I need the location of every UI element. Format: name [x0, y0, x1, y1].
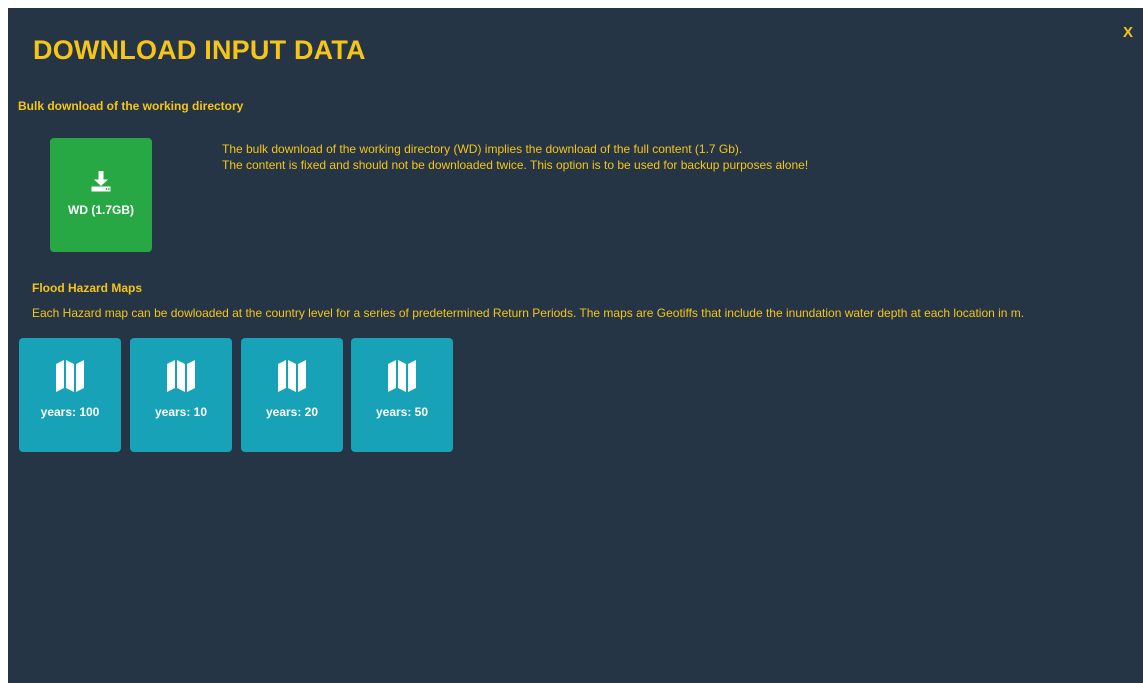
map-tile-label: years: 20	[265, 405, 319, 419]
map-tile-label: years: 50	[375, 405, 429, 419]
map-tile-label: years: 100	[40, 405, 100, 419]
map-icon	[167, 360, 195, 397]
bulk-download-heading: Bulk download of the working directory	[18, 99, 244, 113]
flood-hazard-description: Each Hazard map can be dowloaded at the …	[32, 306, 1025, 320]
bulk-description-line1: The bulk download of the working directo…	[222, 142, 743, 156]
wd-download-button[interactable]: WD (1.7GB)	[50, 138, 152, 252]
map-tile-years-100[interactable]: years: 100	[19, 338, 121, 452]
modal-title: DOWNLOAD INPUT DATA	[33, 35, 366, 65]
map-tile-years-20[interactable]: years: 20	[241, 338, 343, 452]
map-icon	[56, 360, 84, 397]
download-icon	[90, 170, 112, 197]
map-tile-years-10[interactable]: years: 10	[130, 338, 232, 452]
close-button[interactable]: X	[1123, 24, 1133, 41]
map-tile-label: years: 10	[154, 405, 208, 419]
map-tile-years-50[interactable]: years: 50	[351, 338, 453, 452]
download-input-data-modal: X DOWNLOAD INPUT DATA Bulk download of t…	[8, 8, 1143, 683]
wd-download-label: WD (1.7GB)	[68, 203, 134, 217]
flood-hazard-heading: Flood Hazard Maps	[32, 281, 143, 295]
map-icon	[278, 360, 306, 397]
map-icon	[388, 360, 416, 397]
bulk-description-line2: The content is fixed and should not be d…	[222, 158, 809, 172]
